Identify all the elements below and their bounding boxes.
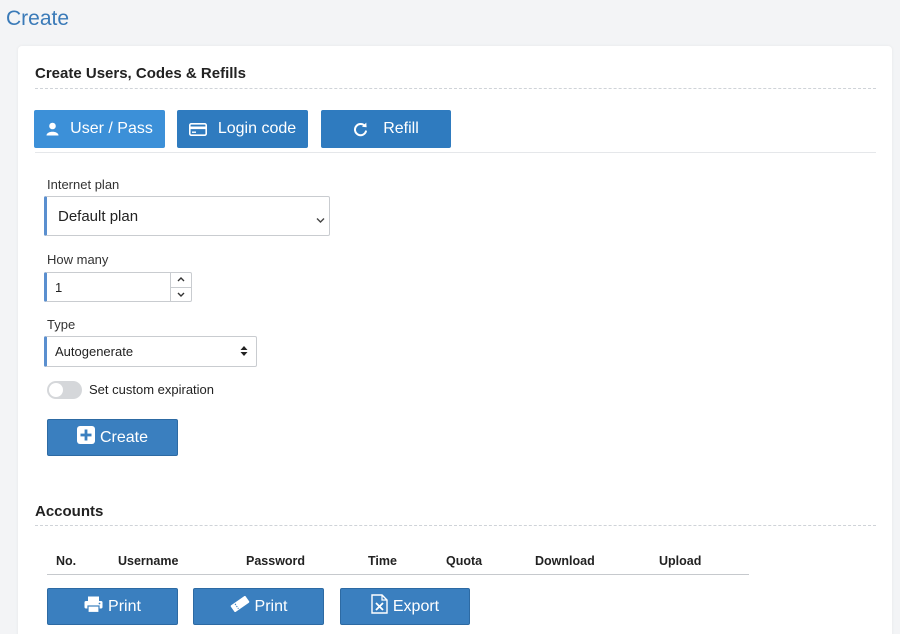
section-title-accounts: Accounts <box>35 503 104 520</box>
chevron-down-icon <box>316 211 325 228</box>
column-header-download: Download <box>535 554 595 568</box>
user-icon <box>46 122 59 136</box>
tab-login-code[interactable]: Login code <box>177 110 308 148</box>
quantity-stepper[interactable] <box>170 273 191 301</box>
stepper-up-icon[interactable] <box>171 273 191 288</box>
column-header-time: Time <box>368 554 397 568</box>
create-button[interactable]: Create <box>47 419 178 456</box>
tab-login-code-label: Login code <box>217 120 297 137</box>
how-many-input[interactable]: 1 <box>44 272 192 302</box>
tab-user-pass[interactable]: User / Pass <box>34 110 165 148</box>
print-button[interactable]: Print <box>47 588 178 625</box>
type-label: Type <box>47 317 76 332</box>
table-header-divider <box>47 574 749 575</box>
accounts-divider <box>35 525 876 526</box>
tabs-divider <box>35 152 876 153</box>
column-header-quota: Quota <box>446 554 483 568</box>
column-header-no: No. <box>56 554 77 568</box>
column-header-upload: Upload <box>659 554 702 568</box>
create-button-label: Create <box>99 428 149 446</box>
custom-expiration-label: Set custom expiration <box>89 382 215 397</box>
custom-expiration-toggle[interactable] <box>47 381 82 399</box>
print-tickets-button[interactable]: Print <box>193 588 324 625</box>
export-button[interactable]: Export <box>340 588 470 625</box>
internet-plan-label: Internet plan <box>47 177 120 192</box>
print-button-label: Print <box>108 597 141 615</box>
refresh-icon <box>353 122 368 137</box>
export-button-label: Export <box>392 597 440 615</box>
print-tickets-button-label: Print <box>254 597 288 615</box>
plus-square-icon <box>76 426 95 449</box>
excel-icon <box>371 594 388 619</box>
column-header-username: Username <box>118 554 179 568</box>
column-header-password: Password <box>246 554 306 568</box>
tab-refill-label: Refill <box>383 120 419 137</box>
internet-plan-select[interactable]: Default plan <box>44 196 330 236</box>
create-card: Create Users, Codes & Refills User / Pas… <box>18 46 892 634</box>
how-many-label: How many <box>47 252 109 267</box>
type-select[interactable]: Autogenerate <box>44 336 257 367</box>
card-icon <box>188 122 207 136</box>
stepper-down-icon[interactable] <box>171 288 191 302</box>
tab-refill[interactable]: Refill <box>321 110 451 148</box>
tab-user-pass-label: User / Pass <box>70 120 153 137</box>
section-title-create: Create Users, Codes & Refills <box>35 65 246 82</box>
printer-icon <box>84 596 103 618</box>
type-value: Autogenerate <box>55 344 134 359</box>
toggle-knob <box>49 383 63 397</box>
page-title: Create <box>6 7 70 30</box>
sort-caret-icon <box>240 345 248 360</box>
internet-plan-value: Default plan <box>58 207 139 225</box>
section-divider <box>35 88 876 89</box>
ticket-icon <box>230 595 250 617</box>
